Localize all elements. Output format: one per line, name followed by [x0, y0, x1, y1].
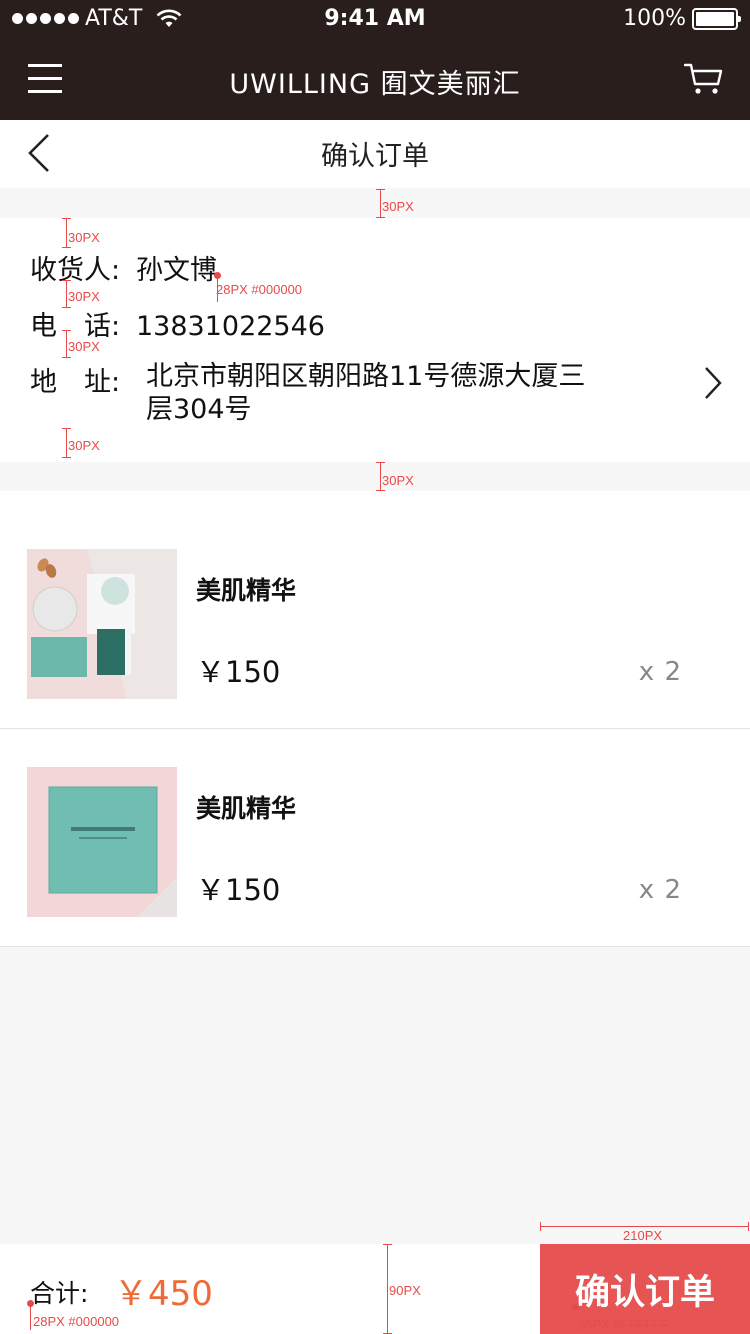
product-price: ￥150: [196, 655, 281, 689]
product-name: 美肌精华: [196, 794, 297, 823]
address-value: 北京市朝阳区朝阳路11号德源大厦三层304号: [146, 361, 586, 425]
receiver-label: 收货人:: [30, 255, 121, 286]
product-list: 美肌精华 ￥150 x 2 美肌精华 ￥150 x 2: [0, 491, 750, 947]
spacing-marker: [62, 218, 71, 248]
phone-number: 13831022546: [136, 311, 325, 342]
receiver-row: 收货人: 孙文博: [30, 248, 217, 287]
shipping-address-card[interactable]: 收货人: 孙文博 电 话: 13831022546 地 址: 北京市朝阳区朝阳路11…: [0, 218, 750, 462]
spacing-annotation: 30PX: [382, 199, 414, 214]
chevron-right-icon[interactable]: [702, 364, 724, 402]
product-item[interactable]: 美肌精华 ￥150 x 2: [0, 730, 750, 947]
spec-leader-line: [217, 278, 218, 302]
address-label: 地 址:: [30, 367, 121, 398]
battery-icon: [692, 7, 741, 30]
spacing-annotation: 30PX: [68, 438, 100, 453]
product-price: ￥150: [196, 873, 281, 907]
product-image: [27, 549, 177, 699]
status-bar: AT&T 9:41 AM 100%: [0, 0, 750, 40]
spacing-annotation: 30PX: [382, 473, 414, 488]
battery-info: 100%: [623, 6, 741, 31]
spacing-marker: [540, 1222, 749, 1231]
spacing-annotation: 30PX: [68, 289, 100, 304]
spacing-marker: [62, 428, 71, 458]
product-item[interactable]: 美肌精华 ￥150 x 2: [0, 511, 750, 729]
spec-annotation: 28PX #000000: [33, 1314, 120, 1329]
phone-row: 电 话: 13831022546: [30, 304, 325, 343]
spacing-annotation: 210PX: [623, 1228, 663, 1243]
product-quantity: x 2: [638, 875, 682, 905]
spec-leader-line: [30, 1306, 31, 1330]
cart-icon[interactable]: [684, 62, 724, 96]
total-label: 合计:: [30, 1279, 89, 1308]
spacing-annotation: 90PX: [389, 1283, 421, 1298]
page-title: 确认订单: [321, 141, 429, 172]
total-amount: ￥450: [114, 1274, 213, 1314]
address-row: 地 址: 北京市朝阳区朝阳路11号德源大厦三层304号: [30, 360, 585, 425]
spacing-annotation: 30PX: [68, 230, 100, 245]
receiver-name: 孙文博: [136, 255, 217, 286]
phone-label: 电 话:: [30, 311, 121, 342]
sub-header: 确认订单: [0, 120, 750, 188]
spacing-marker: [376, 462, 385, 491]
battery-percent: 100%: [623, 6, 686, 31]
spec-dot: [572, 1303, 579, 1310]
spacing-marker: [62, 330, 71, 358]
product-image: [27, 767, 177, 917]
spacing-marker: [383, 1244, 392, 1334]
spacing-marker: [62, 280, 71, 308]
product-name: 美肌精华: [196, 576, 297, 605]
spec-annotation: 36PX #FFFFFF: [578, 1317, 669, 1332]
app-header: AT&T 9:41 AM 100% UWILLING 囿文美丽汇: [0, 0, 750, 120]
spacing-marker: [376, 189, 385, 218]
product-quantity: x 2: [638, 657, 682, 687]
spacing-annotation: 30PX: [68, 339, 100, 354]
app-title: UWILLING 囿文美丽汇: [229, 69, 521, 100]
spec-annotation: 28PX #000000: [216, 282, 303, 297]
